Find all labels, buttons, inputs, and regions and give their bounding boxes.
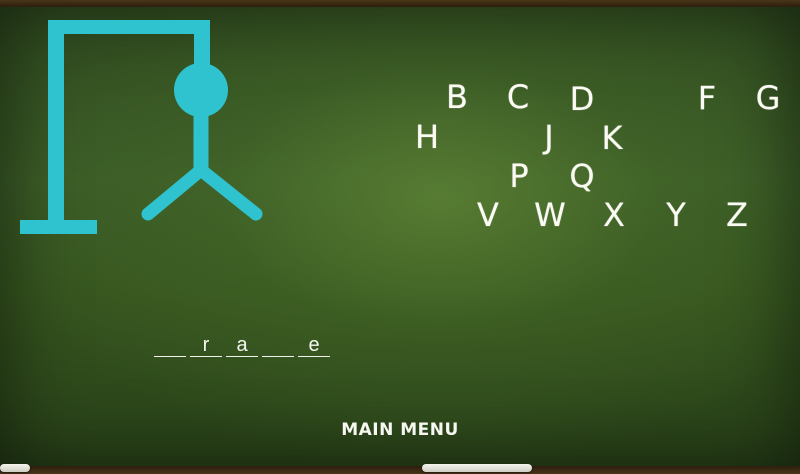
word-slot [262,334,294,357]
letter-f[interactable]: F [698,82,716,114]
letter-d[interactable]: D [570,83,595,115]
word-slot: a [226,334,258,357]
hangman-left-leg [141,163,208,221]
main-menu-button[interactable]: MAIN MENU [341,420,459,440]
letter-h[interactable]: H [415,121,439,153]
word-slot [154,334,186,357]
letter-c[interactable]: C [507,81,529,113]
gallows-rope [194,20,210,68]
letter-p[interactable]: P [509,160,528,192]
gallows-top-beam [48,20,210,34]
word-slot: e [298,334,330,357]
chalk-stick [422,464,532,472]
letter-w[interactable]: W [534,199,566,231]
letter-z[interactable]: Z [726,199,748,231]
letter-q[interactable]: Q [569,160,594,192]
chalkboard: B C D F G H J K P Q V W X Y Z r a e MAIN… [0,0,800,474]
hangman-drawing [20,20,263,234]
letter-x[interactable]: X [603,199,625,231]
hangman-right-leg [194,163,263,221]
letter-v[interactable]: V [477,199,499,231]
letter-b[interactable]: B [446,81,468,113]
word-display: r a e [154,334,330,357]
chalk-stick [0,464,30,472]
word-slot: r [190,334,222,357]
gallows-base [20,220,97,234]
board-frame-bottom [0,466,800,474]
letter-g[interactable]: G [756,82,781,114]
gallows-post [48,20,64,228]
letter-j[interactable]: J [544,121,553,153]
letter-k[interactable]: K [602,122,623,154]
letter-y[interactable]: Y [666,199,686,231]
